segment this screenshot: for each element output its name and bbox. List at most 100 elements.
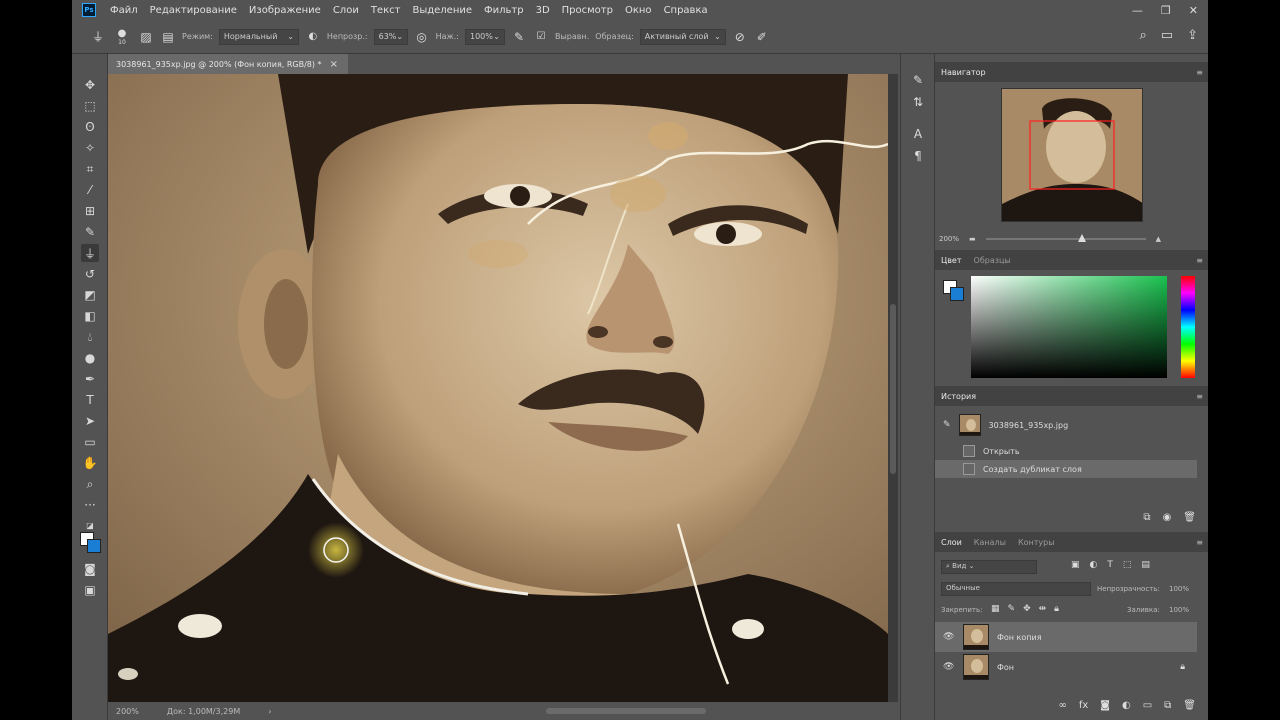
- menu-3d[interactable]: 3D: [530, 5, 556, 16]
- opacity-pressure-icon[interactable]: ◎: [414, 29, 430, 45]
- new-document-from-state-icon[interactable]: ⧉: [1143, 512, 1150, 523]
- clone-stamp-tool-icon[interactable]: ⏚: [81, 244, 99, 262]
- panel-menu-icon[interactable]: ≡: [1196, 392, 1203, 401]
- more-tools-icon[interactable]: ···: [81, 496, 99, 514]
- brush-preview-icon[interactable]: ● 10: [112, 28, 132, 46]
- filter-smart-icon[interactable]: ▤: [1141, 560, 1150, 570]
- pressure-size-icon[interactable]: ✐: [754, 29, 770, 45]
- lasso-tool-icon[interactable]: ʘ: [81, 118, 99, 136]
- healing-brush-tool-icon[interactable]: ⊞: [81, 202, 99, 220]
- filter-adjustment-icon[interactable]: ◐: [1090, 560, 1098, 570]
- pressure-opacity-icon[interactable]: ◐: [305, 29, 321, 45]
- panel-menu-icon[interactable]: ≡: [1196, 256, 1203, 265]
- lock-position-icon[interactable]: ✥: [1023, 604, 1031, 614]
- menu-type[interactable]: Текст: [365, 5, 407, 16]
- filter-pixel-icon[interactable]: ▣: [1071, 560, 1080, 570]
- menu-select[interactable]: Выделение: [406, 5, 478, 16]
- airbrush-icon[interactable]: ✎: [511, 29, 527, 45]
- add-mask-icon[interactable]: ◙: [1100, 700, 1110, 711]
- type-tool-icon[interactable]: T: [81, 391, 99, 409]
- new-group-icon[interactable]: ▭: [1143, 700, 1152, 711]
- zoom-out-icon[interactable]: ▬: [969, 235, 976, 243]
- zoom-readout[interactable]: 200%: [116, 707, 139, 716]
- history-item[interactable]: Открыть: [935, 442, 1197, 460]
- panel-menu-icon[interactable]: ≡: [1196, 538, 1203, 547]
- layer-row[interactable]: 👁︎ Фон 🔒︎: [935, 652, 1197, 682]
- workspace-icon[interactable]: ▭: [1161, 28, 1173, 43]
- adjustment-layer-icon[interactable]: ◐: [1122, 700, 1131, 711]
- link-layers-icon[interactable]: ∞: [1058, 700, 1066, 711]
- eyedropper-tool-icon[interactable]: ⁄: [81, 181, 99, 199]
- pen-tool-icon[interactable]: ✒: [81, 370, 99, 388]
- paragraph-panel-icon[interactable]: ¶: [910, 148, 926, 164]
- layer-row[interactable]: 👁︎ Фон копия: [935, 622, 1197, 652]
- brush-settings-panel-icon[interactable]: ✎: [910, 72, 926, 88]
- tab-navigator[interactable]: Навигатор: [941, 68, 986, 77]
- brush-tool-icon[interactable]: ✎: [81, 223, 99, 241]
- clone-source-icon[interactable]: ▤: [160, 29, 176, 45]
- sample-select[interactable]: Активный слой ⌄: [639, 28, 726, 45]
- new-layer-icon[interactable]: ⧉: [1164, 700, 1171, 711]
- menu-help[interactable]: Справка: [658, 5, 714, 16]
- ignore-adjustment-icon[interactable]: ⊘: [732, 29, 748, 45]
- screen-mode-icon[interactable]: ▣: [81, 581, 99, 599]
- tab-color[interactable]: Цвет: [941, 256, 962, 265]
- minimize-button[interactable]: —: [1132, 4, 1143, 17]
- rectangle-tool-icon[interactable]: ▭: [81, 433, 99, 451]
- layer-filter-select[interactable]: ⌕ Вид ⌄: [941, 560, 1037, 574]
- zoom-slider-knob[interactable]: [1077, 234, 1086, 242]
- canvas-area[interactable]: [108, 74, 892, 702]
- menu-edit[interactable]: Редактирование: [144, 5, 243, 16]
- search-icon[interactable]: ⌕: [1140, 28, 1147, 43]
- mode-select[interactable]: Нормальный ⌄: [218, 28, 299, 45]
- flow-input[interactable]: 100% ⌄: [464, 28, 505, 45]
- color-picker-field[interactable]: [971, 276, 1167, 378]
- path-select-tool-icon[interactable]: ➤: [81, 412, 99, 430]
- blend-mode-select[interactable]: Обычные: [941, 582, 1091, 596]
- character-panel-icon[interactable]: A: [910, 126, 926, 142]
- menu-layers[interactable]: Слои: [327, 5, 365, 16]
- eraser-tool-icon[interactable]: ◩: [81, 286, 99, 304]
- status-arrow-icon[interactable]: ›: [268, 707, 271, 716]
- menu-filter[interactable]: Фильтр: [478, 5, 530, 16]
- document-tab[interactable]: 3038961_935xp.jpg @ 200% (Фон копия, RGB…: [108, 54, 348, 74]
- tab-paths[interactable]: Контуры: [1018, 538, 1055, 547]
- maximize-button[interactable]: ❐: [1161, 4, 1171, 17]
- filter-type-icon[interactable]: T: [1107, 560, 1113, 570]
- hue-slider[interactable]: [1181, 276, 1195, 378]
- menu-view[interactable]: Просмотр: [556, 5, 619, 16]
- brush-settings-icon[interactable]: ▨: [138, 29, 154, 45]
- lock-transparent-icon[interactable]: ▦: [991, 604, 1000, 614]
- marquee-tool-icon[interactable]: ⬚: [81, 97, 99, 115]
- aligned-checkbox[interactable]: ☑: [533, 29, 549, 45]
- menu-image[interactable]: Изображение: [243, 5, 327, 16]
- color-background-swatch[interactable]: [950, 287, 964, 301]
- dodge-tool-icon[interactable]: ●: [81, 349, 99, 367]
- blur-tool-icon[interactable]: 💧︎: [81, 328, 99, 346]
- layer-opacity-value[interactable]: 100%: [1169, 585, 1189, 593]
- layer-name[interactable]: Фон: [997, 663, 1014, 672]
- menu-window[interactable]: Окно: [619, 5, 658, 16]
- delete-layer-icon[interactable]: 🗑︎: [1183, 700, 1196, 711]
- tab-channels[interactable]: Каналы: [974, 538, 1006, 547]
- move-tool-icon[interactable]: ✥: [81, 76, 99, 94]
- quick-select-tool-icon[interactable]: ✧: [81, 139, 99, 157]
- clone-stamp-preset-icon[interactable]: ⏚: [90, 29, 106, 45]
- tab-history[interactable]: История: [941, 392, 976, 401]
- navigator-preview[interactable]: [1001, 88, 1143, 222]
- visibility-eye-icon[interactable]: 👁︎: [943, 632, 955, 642]
- history-brush-source-icon[interactable]: ✎: [943, 420, 951, 430]
- close-document-icon[interactable]: ×: [330, 59, 338, 70]
- lock-image-icon[interactable]: ✎: [1008, 604, 1016, 614]
- vertical-scrollbar[interactable]: [888, 74, 898, 702]
- hand-tool-icon[interactable]: ✋: [81, 454, 99, 472]
- navigator-zoom-slider[interactable]: [985, 234, 1146, 242]
- lock-artboard-icon[interactable]: ⇹: [1039, 604, 1047, 614]
- filter-shape-icon[interactable]: ⬚: [1123, 560, 1132, 570]
- zoom-tool-icon[interactable]: ⌕: [81, 475, 99, 493]
- clone-source-panel-icon[interactable]: ⇅: [910, 94, 926, 110]
- camera-snapshot-icon[interactable]: ◉: [1163, 512, 1172, 523]
- navigator-zoom-value[interactable]: 200%: [939, 235, 959, 243]
- layer-name[interactable]: Фон копия: [997, 633, 1042, 642]
- history-brush-tool-icon[interactable]: ↺: [81, 265, 99, 283]
